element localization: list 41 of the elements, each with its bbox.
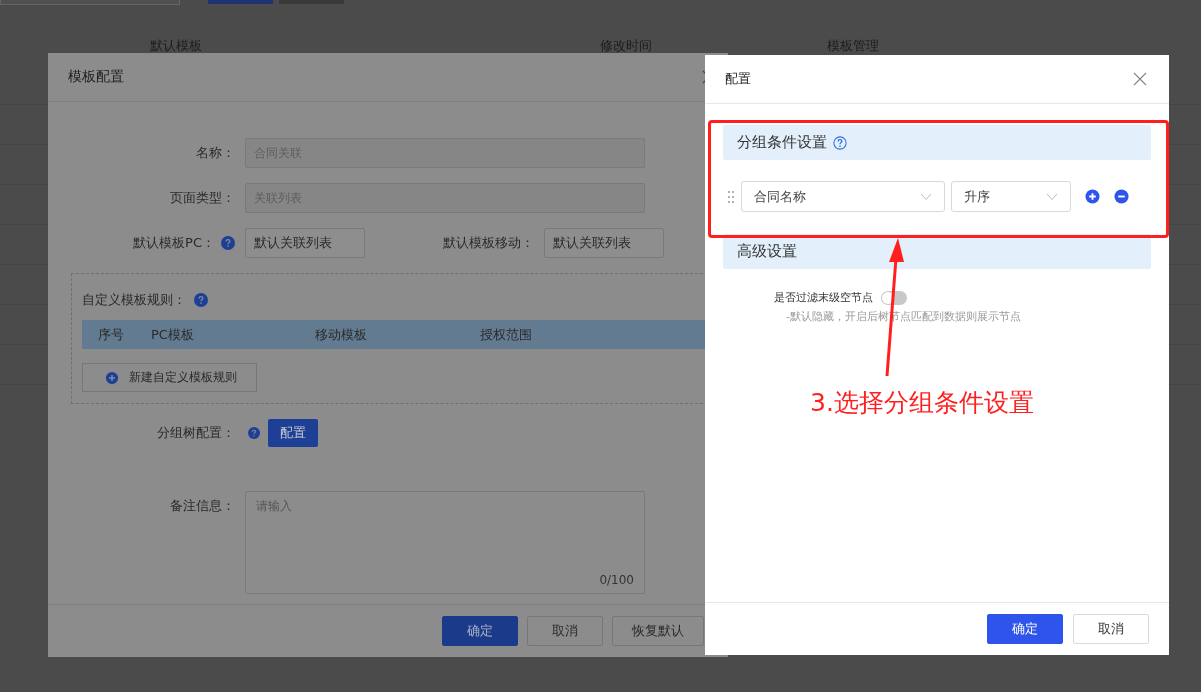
chevron-down-icon bbox=[1046, 192, 1058, 201]
confirm-button[interactable]: 确定 bbox=[987, 614, 1063, 644]
drag-handle-icon[interactable] bbox=[727, 189, 735, 204]
field-label: 默认模板移动： bbox=[443, 234, 534, 252]
annotation-text: 3.选择分组条件设置 bbox=[810, 387, 1034, 419]
button[interactable]: 取消 bbox=[527, 616, 603, 646]
order-select[interactable]: 升序 bbox=[951, 181, 1071, 212]
help-icon[interactable] bbox=[194, 293, 208, 307]
field-select[interactable]: 合同名称 bbox=[741, 181, 945, 212]
section-label: 自定义模板规则： bbox=[82, 291, 186, 309]
field-label: 分组树配置： bbox=[156, 424, 235, 442]
input-field[interactable] bbox=[0, 0, 180, 5]
column-header: 移动模板 bbox=[315, 325, 368, 344]
minus-circle-icon[interactable] bbox=[1114, 189, 1129, 204]
column-header: 授权范围 bbox=[480, 325, 533, 344]
configure-button[interactable]: 配置 bbox=[268, 419, 318, 447]
cancel-button[interactable]: 取消 bbox=[1073, 614, 1149, 644]
help-icon[interactable] bbox=[248, 427, 260, 439]
char-counter: 0/100 bbox=[599, 573, 634, 587]
add-rule-button[interactable]: 新建自定义模板规则 bbox=[82, 363, 257, 392]
column-header: PC模板 bbox=[151, 325, 195, 344]
input-field[interactable]: 默认关联列表 bbox=[544, 228, 664, 258]
field-label: 页面类型： bbox=[169, 189, 235, 207]
column-header: 序号 bbox=[98, 325, 125, 344]
toggle-label: 是否过滤末级空节点 bbox=[774, 290, 873, 305]
chevron-down-icon bbox=[920, 192, 932, 201]
button[interactable]: 恢复默认 bbox=[612, 616, 704, 646]
input-field[interactable]: 默认关联列表 bbox=[245, 228, 365, 258]
plus-circle-icon[interactable] bbox=[1085, 189, 1100, 204]
field-label: 备注信息： bbox=[169, 497, 235, 515]
plus-circle-icon bbox=[105, 370, 119, 385]
help-icon[interactable] bbox=[221, 236, 235, 250]
field-label: 默认模板PC： bbox=[133, 234, 215, 252]
section-title: 高级设置 bbox=[737, 242, 797, 261]
drawer-title: 配置 bbox=[725, 70, 751, 88]
confirm-button[interactable]: 确定 bbox=[442, 616, 518, 646]
field-label: 名称： bbox=[195, 144, 235, 162]
section-title: 分组条件设置 bbox=[737, 133, 827, 152]
dialog-title: 模板配置 bbox=[68, 68, 124, 86]
close-icon[interactable] bbox=[1133, 72, 1147, 86]
help-icon[interactable] bbox=[833, 135, 847, 150]
